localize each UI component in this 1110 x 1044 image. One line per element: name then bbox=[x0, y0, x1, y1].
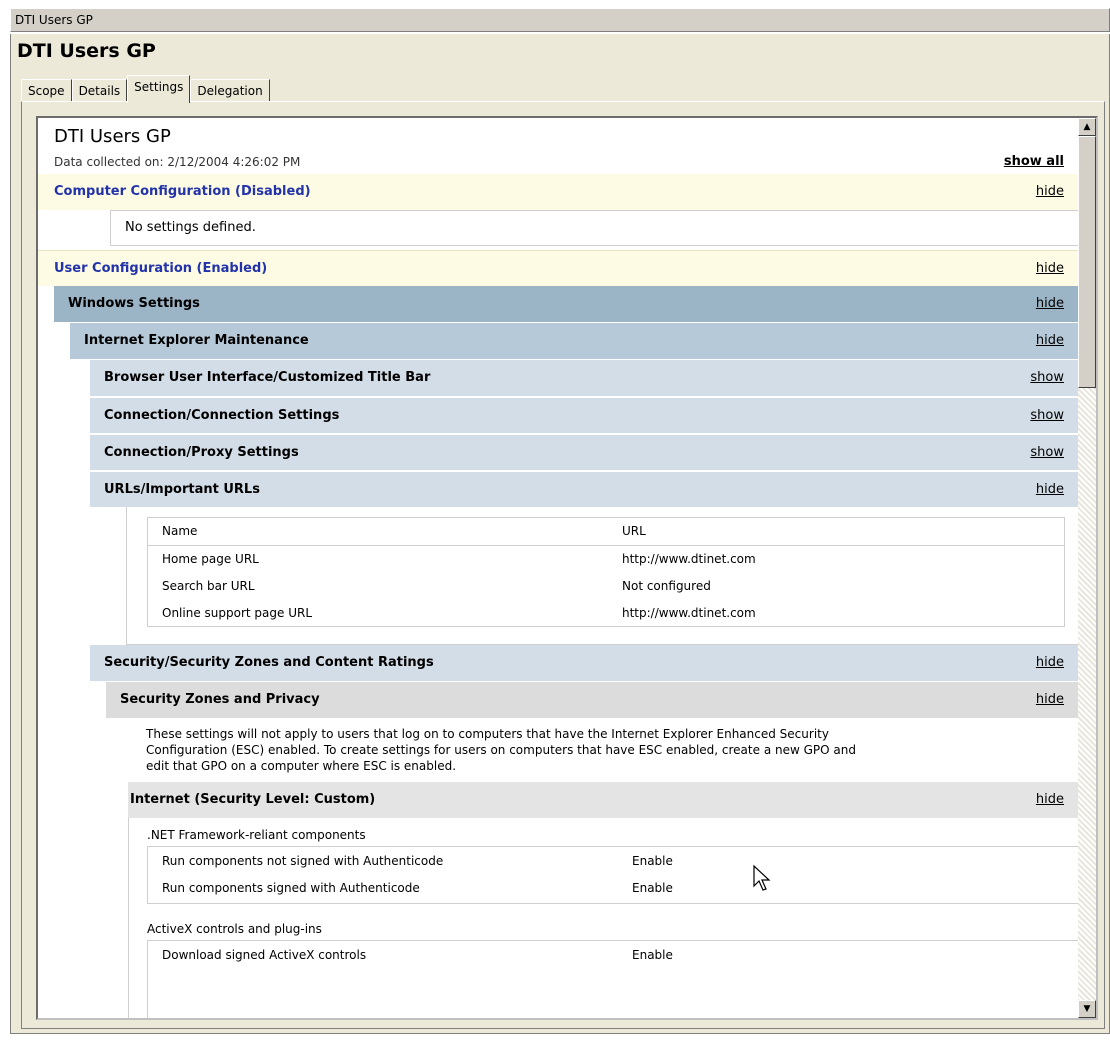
table-row: Run components signed with Authenticode … bbox=[148, 874, 1080, 901]
net-framework-table: Run components not signed with Authentic… bbox=[147, 846, 1081, 904]
zones-privacy-header: Security Zones and Privacy hide bbox=[106, 682, 1080, 718]
table-row: Online support page URL http://www.dtine… bbox=[148, 599, 1064, 626]
internet-zone-header: Internet (Security Level: Custom) hide bbox=[128, 782, 1080, 818]
important-urls-hide-link[interactable]: hide bbox=[1036, 472, 1064, 508]
setting-name-cell: Download signed ActiveX controls bbox=[162, 947, 367, 962]
setting-value-cell: Enable bbox=[632, 853, 673, 868]
zones-privacy-label: Security Zones and Privacy bbox=[120, 692, 320, 707]
settings-tab-page: DTI Users GP Data collected on: 2/12/200… bbox=[21, 101, 1105, 1029]
url-value-cell: Not configured bbox=[622, 578, 711, 593]
panel-title: DTI Users GP bbox=[17, 40, 156, 62]
group-title-net-framework: .NET Framework-reliant components bbox=[147, 828, 366, 842]
user-config-hide-link[interactable]: hide bbox=[1036, 251, 1064, 287]
tab-delegation[interactable]: Delegation bbox=[190, 79, 270, 103]
scrollbar-thumb[interactable] bbox=[1078, 136, 1096, 388]
report-viewport: DTI Users GP Data collected on: 2/12/200… bbox=[36, 116, 1098, 1020]
browser-ui-header: Browser User Interface/Customized Title … bbox=[90, 360, 1080, 396]
scroll-up-arrow-icon[interactable]: ▲ bbox=[1078, 118, 1096, 136]
urls-table-header-row: Name URL bbox=[148, 518, 1064, 545]
proxy-settings-label: Connection/Proxy Settings bbox=[104, 445, 299, 460]
url-value-cell: http://www.dtinet.com bbox=[622, 605, 756, 620]
user-config-label: User Configuration (Enabled) bbox=[54, 261, 268, 276]
internet-zone-label: Internet (Security Level: Custom) bbox=[130, 792, 376, 807]
browser-ui-label: Browser User Interface/Customized Title … bbox=[104, 370, 431, 385]
user-config-header: User Configuration (Enabled) hide bbox=[38, 250, 1080, 286]
window-title-bar: DTI Users GP bbox=[10, 8, 1110, 32]
activex-grid: Download signed ActiveX controls Enable bbox=[148, 941, 1080, 968]
no-settings-text: No settings defined. bbox=[125, 220, 256, 235]
connection-settings-label: Connection/Connection Settings bbox=[104, 408, 340, 423]
table-row: Download signed ActiveX controls Enable bbox=[148, 941, 1080, 968]
gpo-panel: DTI Users GP Scope Details Settings Dele… bbox=[10, 34, 1110, 1034]
column-header-name: Name bbox=[162, 524, 198, 539]
group-title-activex: ActiveX controls and plug-ins bbox=[147, 922, 322, 936]
tab-details[interactable]: Details bbox=[71, 79, 128, 103]
iem-label: Internet Explorer Maintenance bbox=[84, 333, 309, 348]
security-zones-hide-link[interactable]: hide bbox=[1036, 645, 1064, 681]
table-row: Run components not signed with Authentic… bbox=[148, 847, 1080, 874]
table-row: Search bar URL Not configured bbox=[148, 572, 1064, 599]
iem-hide-link[interactable]: hide bbox=[1036, 323, 1064, 359]
urls-table: Name URL Home page URL http://www.dtinet… bbox=[147, 517, 1065, 627]
browser-ui-show-link[interactable]: show bbox=[1030, 360, 1064, 396]
connection-settings-show-link[interactable]: show bbox=[1030, 398, 1064, 434]
security-zones-header: Security/Security Zones and Content Rati… bbox=[90, 645, 1080, 681]
important-urls-body: Name URL Home page URL http://www.dtinet… bbox=[126, 507, 1080, 645]
security-zones-label: Security/Security Zones and Content Rati… bbox=[104, 655, 434, 670]
url-name-cell: Search bar URL bbox=[162, 578, 255, 593]
scroll-down-arrow-icon[interactable]: ▼ bbox=[1078, 1000, 1096, 1018]
setting-value-cell: Enable bbox=[632, 880, 673, 895]
computer-config-header: Computer Configuration (Disabled) hide bbox=[38, 174, 1080, 210]
tab-scope[interactable]: Scope bbox=[21, 79, 72, 103]
url-value-cell: http://www.dtinet.com bbox=[622, 551, 756, 566]
computer-config-body: No settings defined. bbox=[110, 210, 1080, 246]
esc-note-line: These settings will not apply to users t… bbox=[146, 727, 829, 741]
important-urls-label: URLs/Important URLs bbox=[104, 482, 260, 497]
windows-settings-label: Windows Settings bbox=[68, 296, 200, 311]
url-name-cell: Online support page URL bbox=[162, 605, 312, 620]
esc-note: These settings will not apply to users t… bbox=[146, 726, 1080, 774]
zones-privacy-hide-link[interactable]: hide bbox=[1036, 682, 1064, 718]
show-all-link[interactable]: show all bbox=[1004, 154, 1064, 169]
url-name-cell: Home page URL bbox=[162, 551, 259, 566]
window-title: DTI Users GP bbox=[15, 13, 93, 27]
activex-table: Download signed ActiveX controls Enable bbox=[147, 940, 1081, 1018]
setting-name-cell: Run components not signed with Authentic… bbox=[162, 853, 444, 868]
tab-settings[interactable]: Settings bbox=[127, 75, 191, 103]
computer-config-hide-link[interactable]: hide bbox=[1036, 174, 1064, 210]
internet-zone-body: .NET Framework-reliant components Run co… bbox=[128, 818, 1081, 1018]
report-title: DTI Users GP bbox=[54, 126, 171, 147]
net-framework-grid: Run components not signed with Authentic… bbox=[148, 847, 1080, 901]
setting-name-cell: Run components signed with Authenticode bbox=[162, 880, 420, 895]
mouse-pointer-icon bbox=[753, 864, 771, 891]
proxy-settings-show-link[interactable]: show bbox=[1030, 435, 1064, 471]
computer-config-label: Computer Configuration (Disabled) bbox=[54, 184, 311, 199]
esc-note-line: Configuration (ESC) enabled. To create s… bbox=[146, 743, 856, 757]
windows-settings-header: Windows Settings hide bbox=[54, 286, 1080, 322]
urls-table-grid: Name URL Home page URL http://www.dtinet… bbox=[148, 518, 1064, 626]
setting-value-cell: Enable bbox=[632, 947, 673, 962]
table-row: Home page URL http://www.dtinet.com bbox=[148, 545, 1064, 572]
esc-note-line: edit that GPO on a computer where ESC is… bbox=[146, 759, 457, 773]
vertical-scrollbar[interactable]: ▲ ▼ bbox=[1078, 118, 1096, 1018]
column-header-url: URL bbox=[622, 524, 646, 539]
important-urls-header: URLs/Important URLs hide bbox=[90, 471, 1080, 507]
connection-settings-header: Connection/Connection Settings show bbox=[90, 397, 1080, 433]
windows-settings-hide-link[interactable]: hide bbox=[1036, 286, 1064, 322]
iem-header: Internet Explorer Maintenance hide bbox=[70, 323, 1080, 359]
settings-report: DTI Users GP Data collected on: 2/12/200… bbox=[38, 118, 1081, 1018]
tab-strip: Scope Details Settings Delegation bbox=[21, 75, 270, 103]
collected-date: Data collected on: 2/12/2004 4:26:02 PM bbox=[54, 155, 301, 169]
internet-zone-hide-link[interactable]: hide bbox=[1036, 782, 1064, 818]
proxy-settings-header: Connection/Proxy Settings show bbox=[90, 434, 1080, 470]
